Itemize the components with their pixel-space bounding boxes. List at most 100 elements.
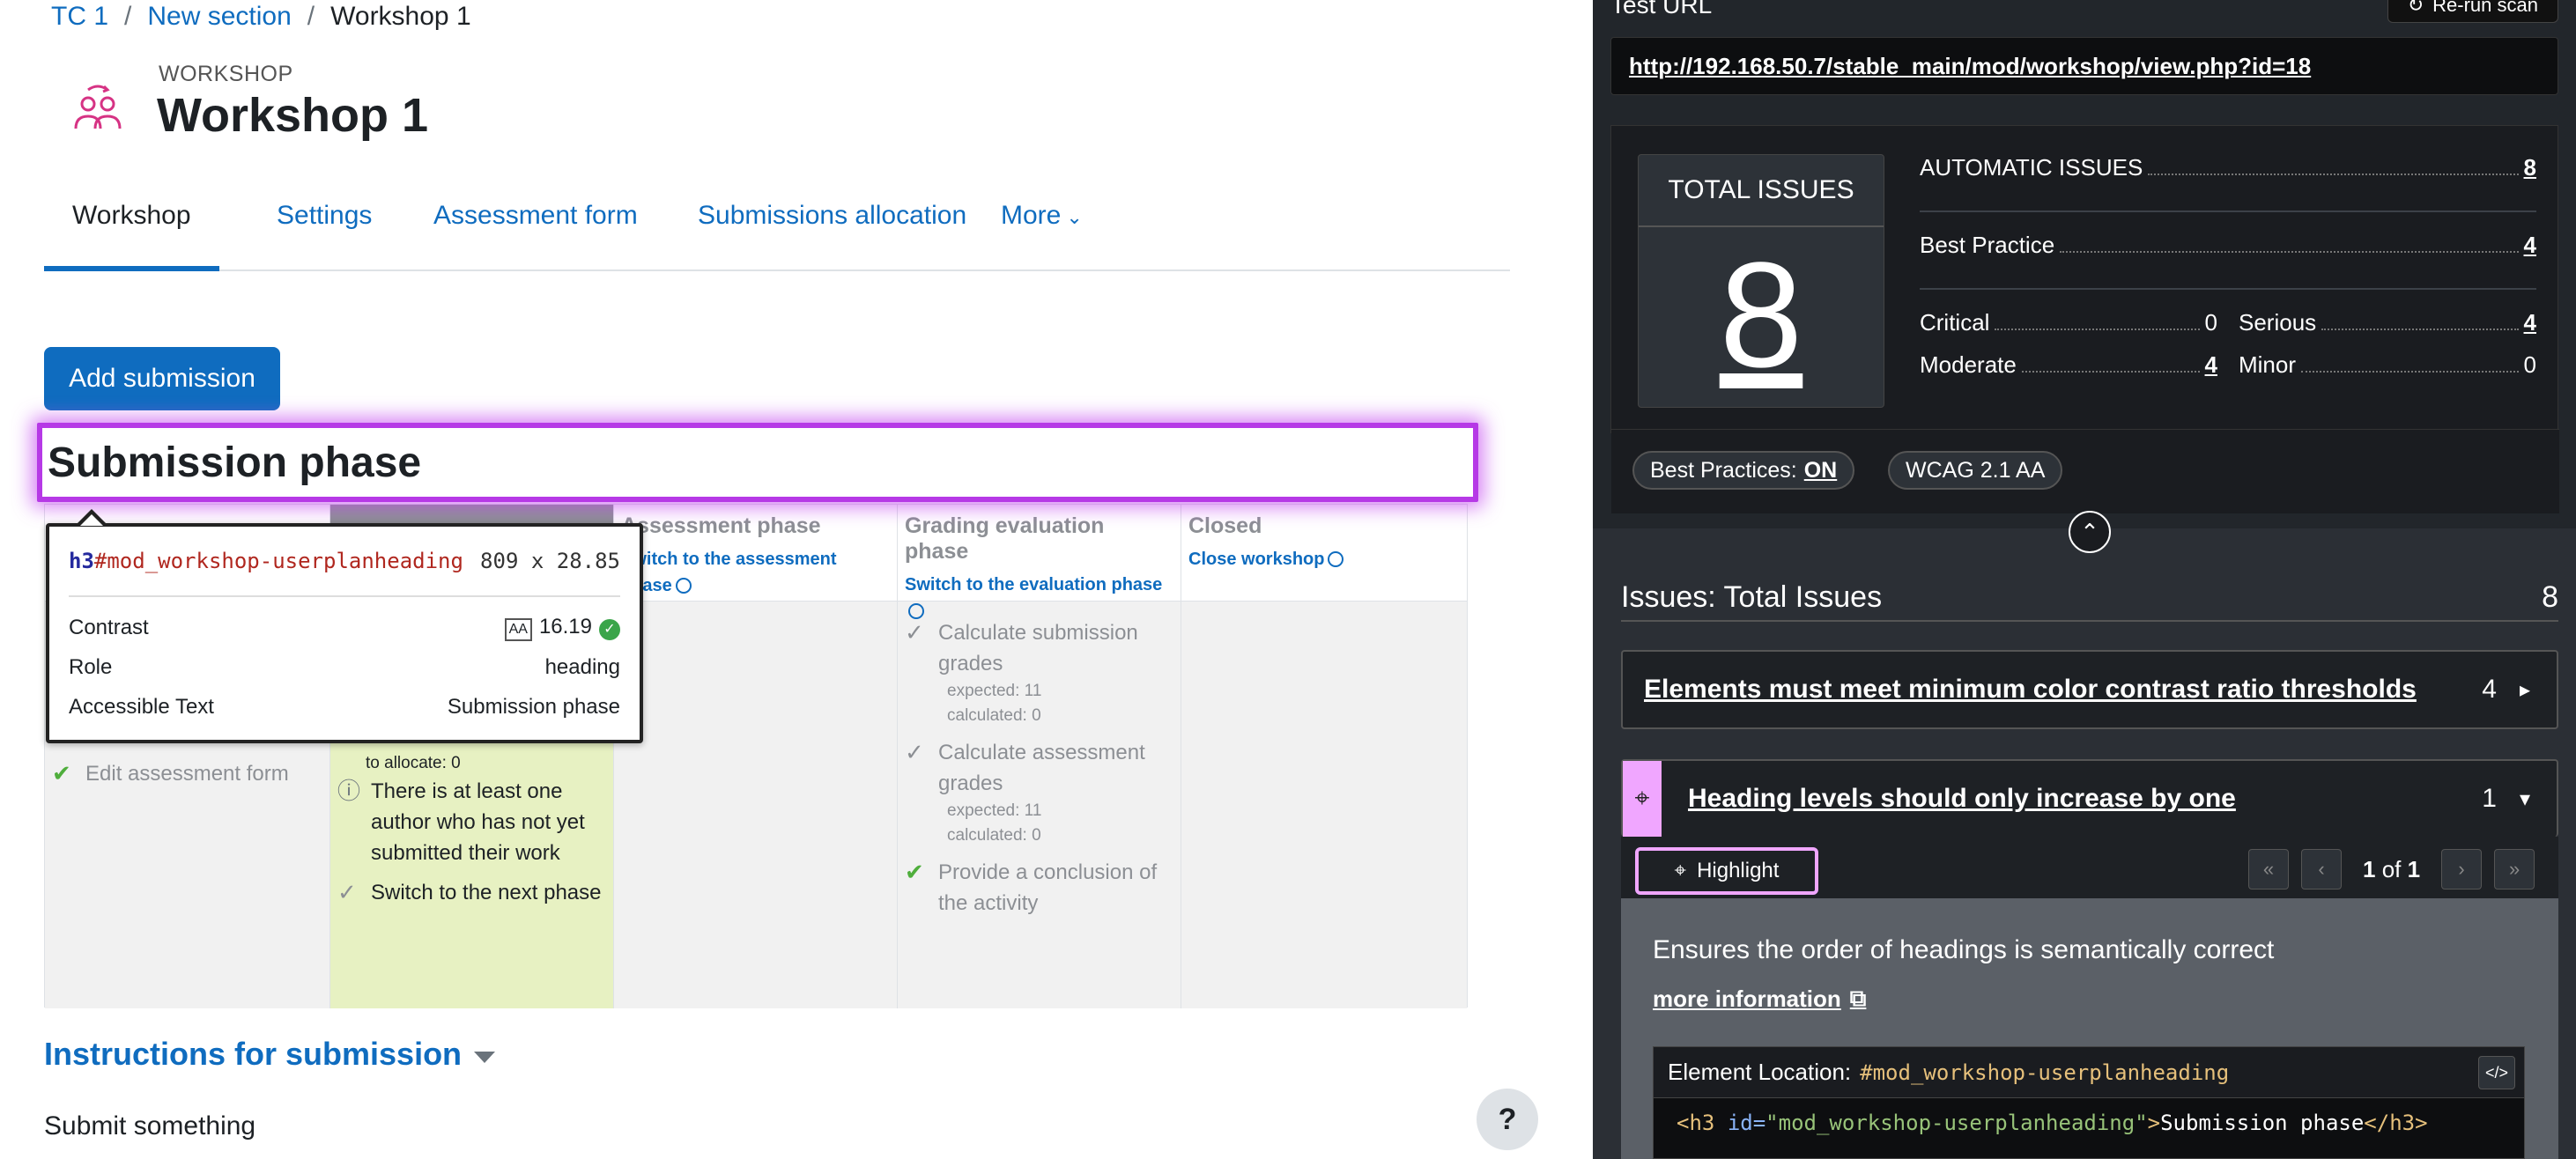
phase-title: Closed: [1188, 513, 1262, 538]
info-icon: ⓘ: [337, 778, 361, 804]
phase-switch-link[interactable]: Switch to the assessment phase: [621, 546, 890, 599]
caret-right-icon: ▸: [2519, 677, 2530, 702]
stat-automatic-value[interactable]: 8: [2524, 154, 2536, 181]
check-icon: ✔: [905, 859, 924, 885]
rerun-scan-label: Re-run scan: [2432, 0, 2538, 16]
stat-minor-value: 0: [2523, 351, 2536, 378]
tooltip-contrast-value: 16.19: [538, 614, 592, 639]
help-button[interactable]: ?: [1477, 1089, 1538, 1150]
stat-minor: Minor 0: [2239, 351, 2536, 378]
prev-page-button[interactable]: ‹: [2301, 849, 2342, 890]
task-calculated: calculated: 0: [947, 706, 1041, 725]
issue-stats: AUTOMATIC ISSUES 8 Best Practice 4 Critica…: [1920, 154, 2536, 394]
total-issues-label: TOTAL ISSUES: [1639, 155, 1884, 227]
best-practices-state: ON: [1803, 457, 1838, 483]
crosshair-icon: ⌖: [1674, 859, 1687, 882]
task-label: Calculate assessment grades: [938, 741, 1145, 795]
code-icon[interactable]: </>: [2478, 1056, 2515, 1089]
phase-header: Assessment phase Switch to the assessmen…: [614, 505, 897, 602]
issue-pager: « ‹ 1 of 1 › »: [2248, 849, 2535, 890]
circle-icon: [675, 578, 692, 594]
circle-icon: [1328, 551, 1344, 567]
test-url-link[interactable]: http://192.168.50.7/stable_main/mod/work…: [1610, 37, 2558, 95]
tab-assessment-form[interactable]: Assessment form: [405, 201, 666, 271]
task-item: ✓ Calculate assessment grades expected: …: [905, 737, 1173, 848]
secondary-navigation: Workshop Settings Assessment form Submis…: [44, 176, 1510, 271]
element-location-label: Element Location:: [1668, 1059, 1852, 1085]
tab-more[interactable]: More ⌄: [973, 201, 1111, 271]
add-submission-button[interactable]: Add submission: [44, 347, 280, 410]
issue-count: 1: [2482, 784, 2497, 813]
divider: [1920, 288, 2536, 290]
task-item: ✓ Switch to the next phase: [337, 877, 606, 908]
instructions-toggle[interactable]: Instructions for submission: [44, 1036, 496, 1073]
test-url-label: Test URL: [1610, 0, 1713, 18]
tab-workshop[interactable]: Workshop: [44, 201, 219, 271]
issue-title[interactable]: Elements must meet minimum color contras…: [1644, 675, 2482, 705]
issue-title[interactable]: Heading levels should only increase by o…: [1688, 784, 2482, 814]
external-link-icon: ⧉: [1849, 985, 1867, 1011]
stat-serious-value[interactable]: 4: [2524, 309, 2536, 336]
phase-closed: Closed Close workshop: [1181, 505, 1467, 1008]
issue-heading-order[interactable]: ⌖ Heading levels should only increase by…: [1621, 759, 2558, 837]
phase-assessment: Assessment phase Switch to the assessmen…: [614, 505, 898, 1008]
check-circle-icon: ✓: [599, 618, 620, 640]
tooltip-accessible-text-row: Accessible Text Submission phase: [69, 687, 620, 727]
tooltip-selector-row: h3#mod_workshop-userplanheading 809 x 28…: [69, 527, 620, 597]
stat-critical-value: 0: [2204, 309, 2217, 336]
issues-count: 8: [2542, 580, 2558, 614]
task-expected: expected: 11: [947, 801, 1042, 820]
phase-header: Closed Close workshop: [1181, 505, 1467, 602]
element-source: <h3 id="mod_workshop-userplanheading">Su…: [1677, 1111, 2428, 1135]
breadcrumb-section[interactable]: New section: [147, 2, 291, 32]
chevron-up-icon: ⌃: [2080, 518, 2099, 545]
stat-best-practice-value[interactable]: 4: [2524, 232, 2536, 259]
todo-check-icon: ✓: [905, 739, 924, 765]
rerun-scan-button[interactable]: ↻ Re-run scan: [2387, 0, 2558, 23]
instructions-content: Submit something: [44, 1111, 256, 1141]
chevron-down-icon: ⌄: [1066, 206, 1083, 228]
total-issues-count[interactable]: 8: [1639, 227, 1884, 403]
stat-moderate-value[interactable]: 4: [2205, 351, 2217, 379]
wcag-level-pill[interactable]: WCAG 2.1 AA: [1888, 451, 2063, 490]
tooltip-arrow: [76, 509, 107, 526]
breadcrumb-course[interactable]: TC 1: [51, 2, 108, 32]
issues-title: Issues: Total Issues: [1621, 580, 1883, 614]
tab-more-label: More: [1001, 201, 1062, 230]
element-inspector-tooltip: h3#mod_workshop-userplanheading 809 x 28…: [46, 509, 643, 743]
task-calculated: calculated: 0: [947, 826, 1041, 845]
phase-switch-link[interactable]: Close workshop: [1188, 546, 1460, 572]
check-icon: ✔: [52, 760, 71, 786]
element-location: Element Location: #mod_workshop-userplanh…: [1653, 1046, 2525, 1159]
more-information-link[interactable]: more information ⧉: [1653, 985, 1866, 1013]
next-page-button[interactable]: ›: [2441, 849, 2483, 890]
divider: [1920, 210, 2536, 212]
phase-title: Assessment phase: [621, 513, 821, 538]
phase-title: Grading evaluation phase: [905, 513, 1105, 564]
first-page-button[interactable]: «: [2248, 849, 2289, 890]
aa-badge: AA: [504, 617, 532, 641]
task-label: Calculate submission grades: [938, 621, 1138, 675]
stat-serious: Serious 4: [2239, 309, 2536, 336]
phase-header: Grading evaluation phase Switch to the e…: [898, 505, 1181, 619]
best-practices-pill[interactable]: Best Practices: ON: [1632, 451, 1855, 490]
highlight-button[interactable]: ⌖ Highlight: [1635, 847, 1818, 895]
tooltip-contrast-row: Contrast AA 16.19 ✓: [69, 608, 620, 647]
instructions-title: Instructions for submission: [44, 1036, 463, 1072]
issue-color-contrast[interactable]: Elements must meet minimum color contras…: [1621, 650, 2558, 729]
phase-tasks: [1181, 602, 1467, 1008]
task-label[interactable]: Switch to the next phase: [371, 877, 602, 908]
breadcrumb-current: Workshop 1: [330, 2, 471, 31]
stat-moderate: Moderate 4: [1920, 351, 2217, 379]
tooltip-contrast-label: Contrast: [69, 615, 149, 639]
stat-automatic: AUTOMATIC ISSUES 8: [1920, 154, 2536, 181]
issue-description: Ensures the order of headings is semanti…: [1653, 935, 2275, 964]
tab-submissions-allocation[interactable]: Submissions allocation: [670, 201, 995, 271]
task-label[interactable]: Edit assessment form: [85, 758, 289, 789]
last-page-button[interactable]: »: [2494, 849, 2535, 890]
collapse-summary-button[interactable]: ⌃: [2069, 511, 2111, 553]
issue-count: 4: [2482, 675, 2497, 704]
refresh-icon: ↻: [2407, 0, 2424, 16]
tab-settings[interactable]: Settings: [248, 201, 400, 271]
tooltip-role-row: Role heading: [69, 647, 620, 687]
